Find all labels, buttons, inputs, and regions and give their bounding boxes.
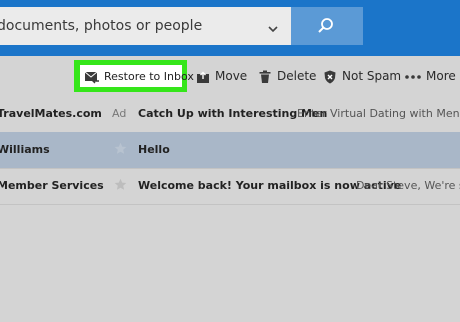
move-button[interactable]: Move xyxy=(196,66,247,86)
row-divider xyxy=(0,204,460,205)
shield-x-icon xyxy=(323,69,337,84)
message-sender: Williams xyxy=(0,143,50,156)
message-sender: TravelMates.com xyxy=(0,107,102,120)
ad-badge: Ad xyxy=(112,107,127,120)
more-label: More xyxy=(426,69,456,83)
restore-to-inbox-label: Restore to Inbox xyxy=(104,69,194,83)
move-label: Move xyxy=(215,69,248,83)
star-icon[interactable] xyxy=(114,178,127,191)
trash-icon xyxy=(258,69,272,83)
search-icon xyxy=(318,18,333,33)
message-sender: Member Services xyxy=(0,179,104,192)
restore-envelope-icon xyxy=(84,69,100,84)
message-preview: Dear Steve, We're so gl xyxy=(356,179,460,192)
more-button[interactable]: More xyxy=(405,66,456,86)
message-row-selected[interactable]: Williams Hello xyxy=(0,132,460,168)
search-input[interactable] xyxy=(0,7,262,45)
search-box xyxy=(0,7,291,45)
search-button[interactable] xyxy=(291,7,363,45)
header-bar xyxy=(0,0,460,56)
not-spam-label: Not Spam xyxy=(342,69,402,83)
more-dots-icon xyxy=(405,69,421,83)
mail-app: Restore to Inbox Move Delete xyxy=(0,0,460,322)
move-folder-icon xyxy=(196,69,210,83)
message-toolbar: Restore to Inbox Move Delete Not Spam Mo… xyxy=(0,56,460,94)
delete-button[interactable]: Delete xyxy=(258,66,316,86)
delete-label: Delete xyxy=(277,69,317,83)
message-preview: Enter Virtual Dating with Men & Ke xyxy=(297,107,460,120)
message-subject: Hello xyxy=(138,143,170,156)
message-row-ad[interactable]: TravelMates.com Ad Catch Up with Interes… xyxy=(0,96,460,132)
restore-to-inbox-button[interactable]: Restore to Inbox xyxy=(80,65,194,87)
message-row[interactable]: Member Services Welcome back! Your mailb… xyxy=(0,168,460,204)
chevron-down-icon[interactable] xyxy=(267,20,279,33)
star-icon[interactable] xyxy=(114,142,127,155)
not-spam-button[interactable]: Not Spam xyxy=(323,66,401,86)
